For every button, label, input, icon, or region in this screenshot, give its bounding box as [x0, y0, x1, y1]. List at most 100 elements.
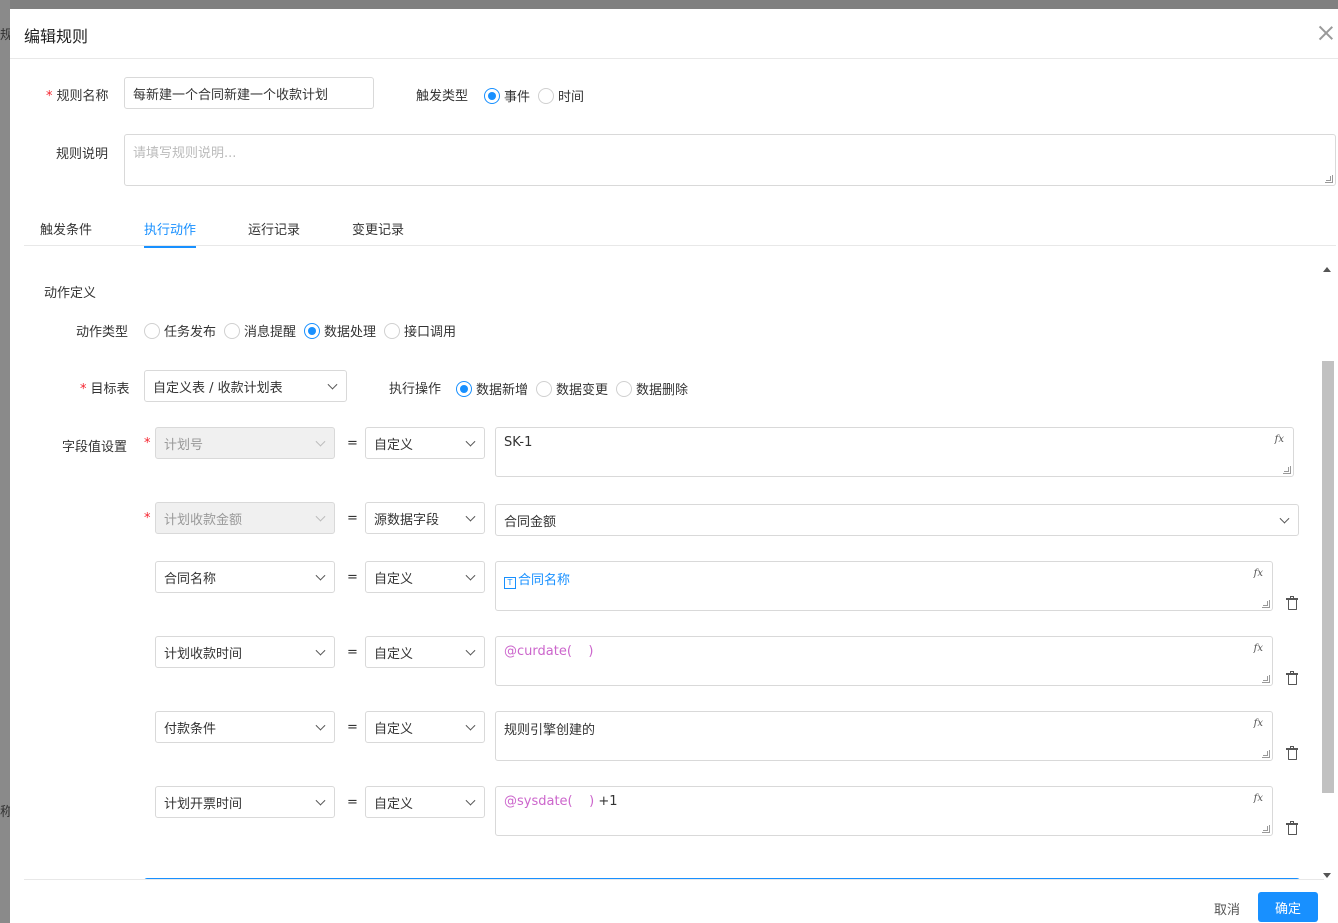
fx-icon[interactable]: fx — [1275, 434, 1284, 445]
tab-trigger-conditions[interactable]: 触发条件 — [40, 219, 92, 246]
function-token: @sysdate( ) — [504, 794, 595, 809]
cancel-button[interactable]: 取消 — [1214, 899, 1240, 918]
value-expression-input[interactable]: 规则引擎创建的 fx — [495, 711, 1273, 761]
chevron-down-icon — [315, 720, 326, 731]
radio-data-add[interactable]: 数据新增 — [456, 379, 528, 398]
value-mode-select[interactable]: 自定义 — [365, 711, 485, 743]
chevron-down-icon — [465, 645, 476, 656]
required-mark: * — [144, 511, 151, 526]
close-icon[interactable] — [1316, 23, 1336, 43]
confirm-button[interactable]: 确定 — [1258, 892, 1318, 922]
operation-radio-group: 数据新增 数据变更 数据删除 — [456, 379, 696, 398]
chevron-down-icon — [315, 795, 326, 806]
tab-change-records[interactable]: 变更记录 — [352, 219, 404, 246]
chevron-down-icon — [315, 645, 326, 656]
resize-handle-icon[interactable] — [1262, 600, 1270, 608]
equals-sign: = — [347, 720, 358, 735]
trash-icon[interactable] — [1286, 671, 1298, 686]
equals-sign: = — [347, 570, 358, 585]
rule-tabs: 触发条件 执行动作 运行记录 变更记录 — [24, 209, 1336, 248]
fx-icon[interactable]: fx — [1254, 643, 1263, 654]
radio-event[interactable]: 事件 — [484, 86, 530, 105]
chevron-down-icon — [465, 720, 476, 731]
value-mode-select[interactable]: 自定义 — [365, 427, 485, 459]
resize-handle-icon[interactable] — [1262, 825, 1270, 833]
action-type-radio-group: 任务发布 消息提醒 数据处理 接口调用 — [144, 321, 464, 340]
background-text: 规 — [0, 28, 10, 43]
rule-desc-label: 规则说明 — [56, 147, 109, 162]
operation-label: 执行操作 — [389, 382, 442, 397]
resize-handle-icon[interactable] — [1325, 175, 1333, 183]
equals-sign: = — [347, 645, 358, 660]
target-table-select[interactable]: 自定义表 / 收款计划表 — [144, 370, 347, 402]
scroll-down-icon[interactable] — [1323, 873, 1331, 878]
value-mode-select[interactable]: 自定义 — [365, 561, 485, 593]
trash-icon[interactable] — [1286, 596, 1298, 611]
chevron-down-icon — [1279, 513, 1290, 524]
value-expression-input[interactable]: @sysdate( ) +1 fx — [495, 786, 1273, 836]
trigger-type-radio-group: 事件 时间 — [484, 86, 592, 105]
field-select[interactable]: 计划收款金额 — [155, 502, 335, 534]
chevron-down-icon — [327, 379, 338, 390]
chevron-down-icon — [315, 511, 326, 522]
resize-handle-icon[interactable] — [1262, 675, 1270, 683]
equals-sign: = — [347, 795, 358, 810]
resize-handle-icon[interactable] — [1283, 466, 1291, 474]
field-select[interactable]: 付款条件 — [155, 711, 335, 743]
trash-icon[interactable] — [1286, 821, 1298, 836]
fx-icon[interactable]: fx — [1254, 718, 1263, 729]
required-mark: * — [144, 436, 151, 451]
chevron-down-icon — [465, 436, 476, 447]
tab-run-records[interactable]: 运行记录 — [248, 219, 300, 246]
action-definition-panel: 动作定义 动作类型 任务发布 消息提醒 数据处理 接口调用 * 目标表 自定义表 … — [24, 258, 1314, 879]
fx-icon[interactable]: fx — [1254, 568, 1263, 579]
value-mode-select[interactable]: 自定义 — [365, 786, 485, 818]
action-type-label: 动作类型 — [76, 325, 129, 340]
chevron-down-icon — [465, 570, 476, 581]
radio-api-call[interactable]: 接口调用 — [384, 321, 456, 340]
resize-handle-icon[interactable] — [1262, 750, 1270, 758]
rule-name-input[interactable]: 每新建一个合同新建一个收款计划 — [124, 77, 374, 109]
equals-sign: = — [347, 511, 358, 526]
radio-time[interactable]: 时间 — [538, 86, 584, 105]
chevron-down-icon — [315, 436, 326, 447]
value-expression-input[interactable]: SK-1 fx — [495, 427, 1294, 477]
radio-data-process[interactable]: 数据处理 — [304, 321, 376, 340]
value-mode-select[interactable]: 源数据字段 — [365, 502, 485, 534]
rule-desc-textarea[interactable]: 请填写规则说明... — [124, 134, 1336, 186]
rule-name-label: * 规则名称 — [46, 89, 109, 104]
tab-execute-actions[interactable]: 执行动作 — [144, 219, 197, 248]
radio-data-change[interactable]: 数据变更 — [536, 379, 608, 398]
source-field-select[interactable]: 合同金额 — [495, 504, 1299, 536]
text-field-icon: T — [504, 577, 516, 589]
target-table-label: * 目标表 — [80, 382, 130, 397]
equals-sign: = — [347, 436, 358, 451]
field-select[interactable]: 计划号 — [155, 427, 335, 459]
edit-rule-dialog: 编辑规则 * 规则名称 每新建一个合同新建一个收款计划 触发类型 事件 时间 规则… — [10, 9, 1338, 923]
value-expression-input[interactable]: T 合同名称 fx — [495, 561, 1273, 611]
radio-data-delete[interactable]: 数据删除 — [616, 379, 688, 398]
field-select[interactable]: 合同名称 — [155, 561, 335, 593]
dialog-title: 编辑规则 — [24, 27, 89, 46]
scroll-thumb[interactable] — [1322, 361, 1334, 793]
field-select[interactable]: 计划收款时间 — [155, 636, 335, 668]
chevron-down-icon — [465, 511, 476, 522]
field-tag: T 合同名称 — [504, 573, 570, 589]
field-select[interactable]: 计划开票时间 — [155, 786, 335, 818]
panel-scrollbar[interactable] — [1320, 261, 1334, 879]
value-expression-input[interactable]: @curdate( ) fx — [495, 636, 1273, 686]
field-settings-label: 字段值设置 — [62, 440, 128, 455]
radio-message-remind[interactable]: 消息提醒 — [224, 321, 296, 340]
value-mode-select[interactable]: 自定义 — [365, 636, 485, 668]
chevron-down-icon — [315, 570, 326, 581]
fx-icon[interactable]: fx — [1254, 793, 1263, 804]
background-text: 称 — [0, 805, 10, 820]
expression-suffix: +1 — [594, 794, 618, 809]
function-token: @curdate( ) — [504, 644, 594, 659]
section-title: 动作定义 — [44, 286, 97, 301]
scroll-up-icon[interactable] — [1323, 267, 1331, 272]
trigger-type-label: 触发类型 — [416, 89, 469, 104]
radio-task-publish[interactable]: 任务发布 — [144, 321, 216, 340]
trash-icon[interactable] — [1286, 746, 1298, 761]
background-page: 规 称 — [0, 0, 10, 923]
